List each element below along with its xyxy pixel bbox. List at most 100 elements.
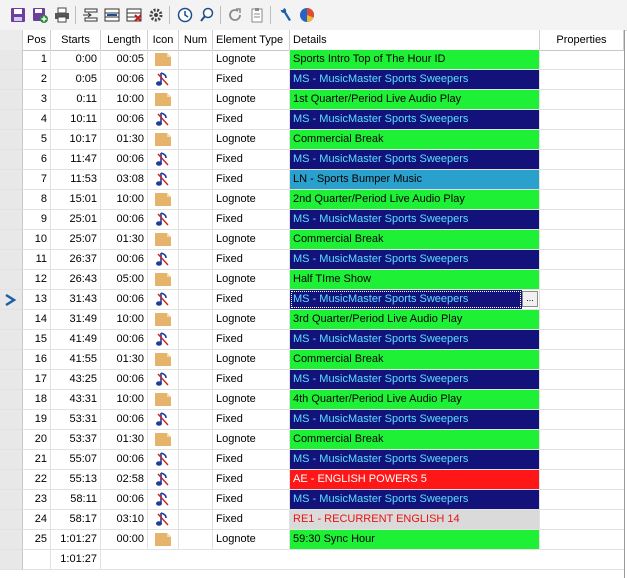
col-starts-header[interactable]: Starts (51, 30, 101, 50)
table-row[interactable]: 11 26:37 00:06 Fixed MS - MusicMaster Sports… (0, 250, 624, 270)
table-row[interactable]: 24 58:17 03:10 Fixed RE1 - RECURRENT ENGLISH… (0, 510, 624, 530)
row-selector[interactable] (0, 150, 23, 170)
properties-cell[interactable] (540, 110, 624, 130)
properties-cell[interactable] (540, 350, 624, 370)
details-cell[interactable]: Commercial Break (290, 230, 540, 250)
details-edit-button[interactable]: ... (522, 291, 538, 307)
row-selector[interactable] (0, 130, 23, 150)
insert-row-icon[interactable] (81, 6, 99, 24)
details-cell[interactable]: 1st Quarter/Period Live Audio Play (290, 90, 540, 110)
table-row[interactable]: 6 11:47 00:06 Fixed MS - MusicMaster Sports … (0, 150, 624, 170)
table-row[interactable]: 8 15:01 10:00 Lognote 2nd Quarter/Period Liv… (0, 190, 624, 210)
details-cell[interactable]: MS - MusicMaster Sports Sweepers (290, 250, 540, 270)
details-cell[interactable]: RE1 - RECURRENT ENGLISH 14 (290, 510, 540, 530)
properties-cell[interactable] (540, 270, 624, 290)
row-selector[interactable] (0, 230, 23, 250)
row-selector[interactable] (0, 330, 23, 350)
details-cell[interactable]: MS - MusicMaster Sports Sweepers (290, 210, 540, 230)
properties-cell[interactable] (540, 370, 624, 390)
tools-icon[interactable] (276, 6, 294, 24)
table-row[interactable]: 14 31:49 10:00 Lognote 3rd Quarter/Period Li… (0, 310, 624, 330)
save-icon[interactable] (9, 6, 27, 24)
properties-cell[interactable] (540, 490, 624, 510)
row-selector[interactable] (0, 250, 23, 270)
properties-cell[interactable] (540, 330, 624, 350)
details-cell[interactable]: Commercial Break (290, 130, 540, 150)
details-cell[interactable]: Half TIme Show (290, 270, 540, 290)
row-selector[interactable] (0, 530, 23, 550)
clock-icon[interactable] (176, 6, 194, 24)
table-row[interactable]: 12 26:43 05:00 Lognote Half TIme Show (0, 270, 624, 290)
col-length-header[interactable]: Length (101, 30, 148, 50)
details-cell[interactable]: MS - MusicMaster Sports Sweepers (290, 450, 540, 470)
table-row[interactable]: 10 25:07 01:30 Lognote Commercial Break (0, 230, 624, 250)
table-row[interactable]: 7 11:53 03:08 Fixed LN - Sports Bumper Music (0, 170, 624, 190)
row-selector[interactable] (0, 50, 23, 70)
properties-cell[interactable] (540, 210, 624, 230)
table-row[interactable]: 22 55:13 02:58 Fixed AE - ENGLISH POWERS 5 (0, 470, 624, 490)
table-row[interactable]: 13 31:43 00:06 Fixed MS - MusicMaster Sports… (0, 290, 624, 310)
row-selector[interactable] (0, 390, 23, 410)
table-row[interactable]: 5 10:17 01:30 Lognote Commercial Break (0, 130, 624, 150)
details-cell[interactable]: MS - MusicMaster Sports Sweepers (290, 330, 540, 350)
save-new-icon[interactable] (31, 6, 49, 24)
table-row[interactable]: 18 43:31 10:00 Lognote 4th Quarter/Period Li… (0, 390, 624, 410)
table-row[interactable]: 4 10:11 00:06 Fixed MS - MusicMaster Sports … (0, 110, 624, 130)
row-selector[interactable] (0, 370, 23, 390)
details-cell[interactable]: Commercial Break (290, 350, 540, 370)
pie-chart-icon[interactable] (298, 6, 316, 24)
details-cell[interactable]: Commercial Break (290, 430, 540, 450)
table-row[interactable]: 3 0:11 10:00 Lognote 1st Quarter/Period Live… (0, 90, 624, 110)
table-row[interactable]: 9 25:01 00:06 Fixed MS - MusicMaster Sports … (0, 210, 624, 230)
properties-cell[interactable] (540, 390, 624, 410)
row-selector[interactable] (0, 270, 23, 290)
row-selector[interactable] (0, 170, 23, 190)
table-row[interactable]: 21 55:07 00:06 Fixed MS - MusicMaster Sports… (0, 450, 624, 470)
properties-cell[interactable] (540, 450, 624, 470)
col-details-header[interactable]: Details (290, 30, 540, 50)
details-cell[interactable]: MS - MusicMaster Sports Sweepers (290, 110, 540, 130)
details-cell[interactable]: Sports Intro Top of The Hour ID (290, 50, 540, 70)
row-selector[interactable] (0, 90, 23, 110)
properties-cell[interactable] (540, 130, 624, 150)
details-cell[interactable]: 2nd Quarter/Period Live Audio Play (290, 190, 540, 210)
table-row[interactable]: 1 0:00 00:05 Lognote Sports Intro Top of The… (0, 50, 624, 70)
details-cell[interactable]: 3rd Quarter/Period Live Audio Play (290, 310, 540, 330)
col-element-type-header[interactable]: Element Type (213, 30, 290, 50)
row-selector[interactable] (0, 490, 23, 510)
details-cell[interactable]: AE - ENGLISH POWERS 5 (290, 470, 540, 490)
col-num-header[interactable]: Num (179, 30, 213, 50)
properties-cell[interactable] (540, 410, 624, 430)
properties-cell[interactable] (540, 530, 624, 550)
details-cell[interactable]: MS - MusicMaster Sports Sweepers (290, 490, 540, 510)
details-cell[interactable]: MS - MusicMaster Sports Sweepers (290, 370, 540, 390)
details-cell[interactable]: 4th Quarter/Period Live Audio Play (290, 390, 540, 410)
row-selector[interactable] (0, 190, 23, 210)
properties-cell[interactable] (540, 190, 624, 210)
row-selector[interactable] (0, 290, 23, 310)
properties-cell[interactable] (540, 310, 624, 330)
properties-cell[interactable] (540, 430, 624, 450)
table-row[interactable]: 19 53:31 00:06 Fixed MS - MusicMaster Sports… (0, 410, 624, 430)
delete-row-icon[interactable] (125, 6, 143, 24)
table-row[interactable]: 2 0:05 00:06 Fixed MS - MusicMaster Sports S… (0, 70, 624, 90)
col-icon-header[interactable]: Icon (148, 30, 179, 50)
row-selector[interactable] (0, 310, 23, 330)
properties-cell[interactable] (540, 70, 624, 90)
properties-cell[interactable] (540, 230, 624, 250)
row-selector[interactable] (0, 430, 23, 450)
properties-cell[interactable] (540, 250, 624, 270)
row-selector[interactable] (0, 70, 23, 90)
properties-cell[interactable] (540, 90, 624, 110)
edit-row-icon[interactable] (103, 6, 121, 24)
details-cell[interactable]: MS - MusicMaster Sports Sweepers... (290, 290, 540, 310)
table-row[interactable]: 20 53:37 01:30 Lognote Commercial Break (0, 430, 624, 450)
properties-cell[interactable] (540, 150, 624, 170)
details-cell[interactable]: LN - Sports Bumper Music (290, 170, 540, 190)
row-selector[interactable] (0, 470, 23, 490)
properties-cell[interactable] (540, 290, 624, 310)
table-row[interactable]: 15 41:49 00:06 Fixed MS - MusicMaster Sports… (0, 330, 624, 350)
row-selector[interactable] (0, 110, 23, 130)
table-row[interactable]: 17 43:25 00:06 Fixed MS - MusicMaster Sports… (0, 370, 624, 390)
table-row[interactable]: 25 1:01:27 00:00 Lognote 59:30 Sync Hour (0, 530, 624, 550)
